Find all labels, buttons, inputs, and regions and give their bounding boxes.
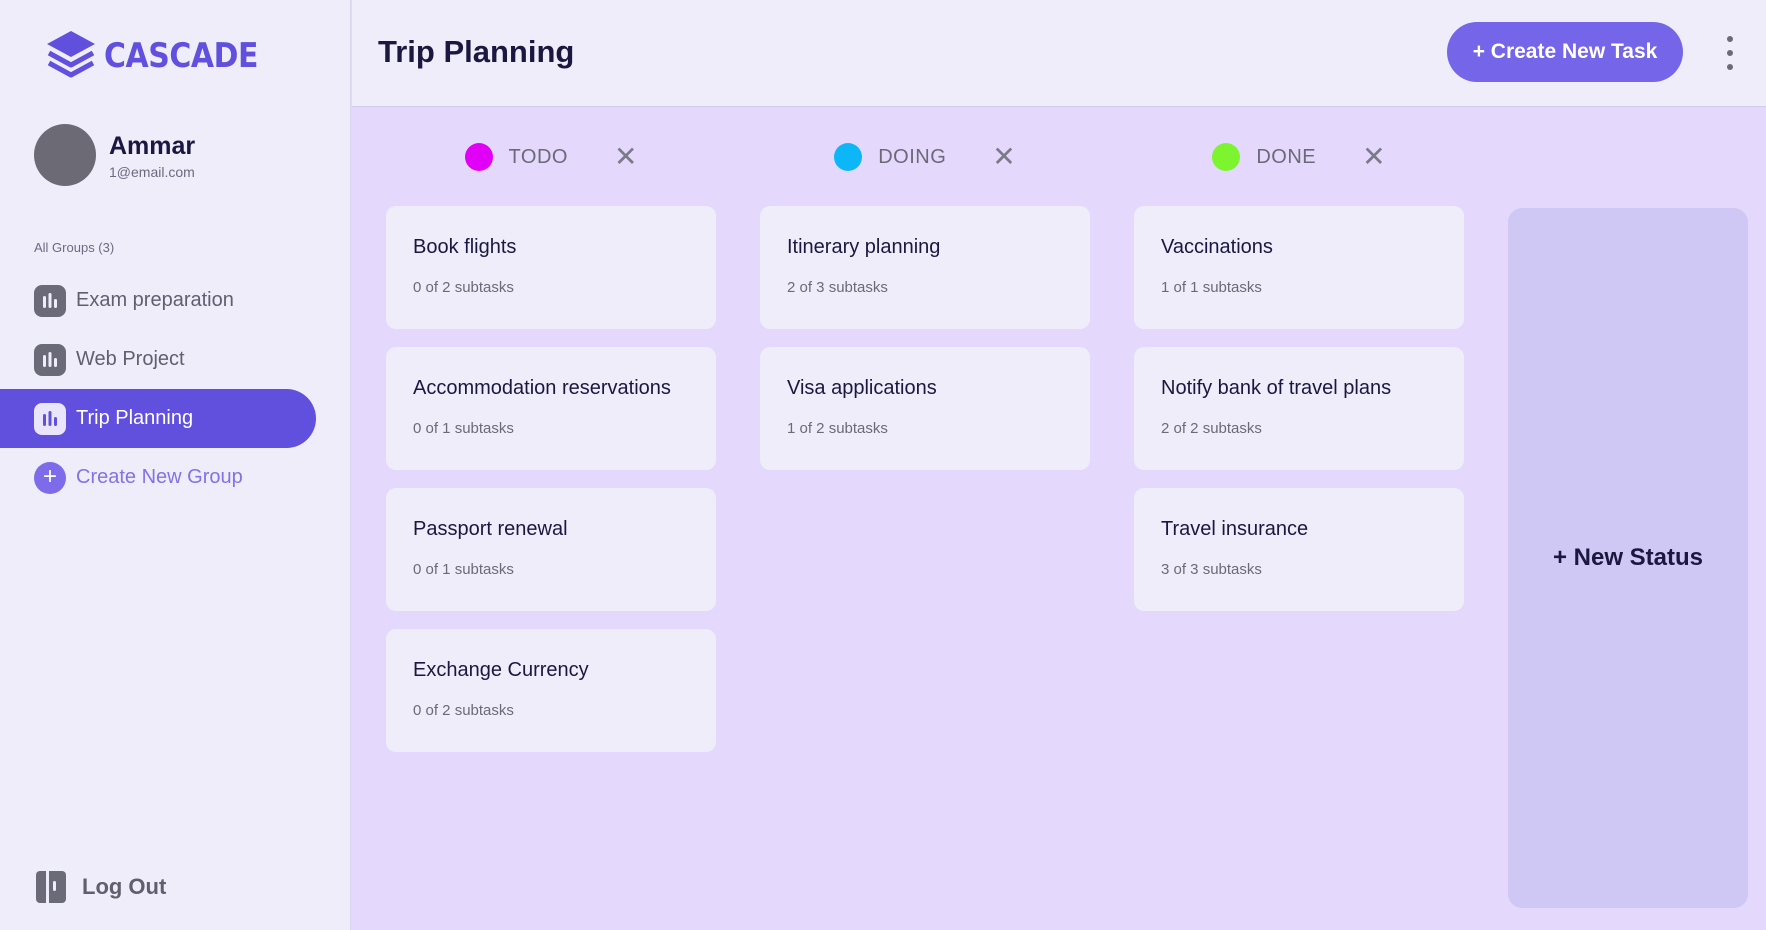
task-title: Travel insurance bbox=[1161, 518, 1309, 540]
task-subtasks: 3 of 3 subtasks bbox=[1161, 561, 1262, 578]
create-group-button[interactable]: + Create New Group bbox=[0, 448, 316, 507]
task-card[interactable]: Book flights 0 of 2 subtasks bbox=[386, 206, 716, 329]
avatar[interactable] bbox=[34, 124, 96, 186]
new-status-button[interactable]: + New Status bbox=[1508, 208, 1748, 908]
task-subtasks: 0 of 1 subtasks bbox=[413, 420, 514, 437]
user-profile: Ammar 1@email.com bbox=[34, 124, 195, 186]
column-header: DOING ✕ bbox=[760, 108, 1090, 206]
task-title: Passport renewal bbox=[413, 518, 568, 540]
task-card[interactable]: Exchange Currency 0 of 2 subtasks bbox=[386, 629, 716, 752]
header: Trip Planning + Create New Task bbox=[352, 0, 1766, 107]
close-icon[interactable]: ✕ bbox=[614, 143, 637, 171]
task-subtasks: 1 of 2 subtasks bbox=[787, 420, 888, 437]
task-title: Exchange Currency bbox=[413, 659, 589, 681]
page-title: Trip Planning bbox=[378, 34, 575, 69]
task-subtasks: 0 of 2 subtasks bbox=[413, 702, 514, 719]
task-subtasks: 2 of 2 subtasks bbox=[1161, 420, 1262, 437]
task-subtasks: 0 of 2 subtasks bbox=[413, 279, 514, 296]
user-info: Ammar 1@email.com bbox=[109, 131, 195, 180]
status-dot bbox=[464, 143, 493, 171]
task-title: Notify bank of travel plans bbox=[1161, 377, 1392, 399]
column-done: DONE ✕ Vaccinations 1 of 1 subtasks Noti… bbox=[1134, 108, 1464, 629]
column-header: DONE ✕ bbox=[1134, 108, 1464, 206]
task-card[interactable]: Notify bank of travel plans 2 of 2 subta… bbox=[1134, 347, 1464, 470]
task-card[interactable]: Passport renewal 0 of 1 subtasks bbox=[386, 488, 716, 611]
bar-chart-icon bbox=[34, 284, 66, 317]
close-icon[interactable]: ✕ bbox=[1362, 143, 1385, 171]
task-title: Book flights bbox=[413, 236, 517, 258]
logo-text: CASCADE bbox=[104, 36, 258, 76]
sidebar-item-web-project[interactable]: Web Project bbox=[0, 330, 316, 389]
app: CASCADE Ammar 1@email.com All Groups (3)… bbox=[0, 0, 1766, 930]
task-card[interactable]: Visa applications 1 of 2 subtasks bbox=[760, 347, 1090, 470]
column-name: DONE bbox=[1256, 145, 1317, 168]
logout-icon bbox=[36, 871, 66, 903]
user-email: 1@email.com bbox=[109, 163, 195, 180]
task-subtasks: 1 of 1 subtasks bbox=[1161, 279, 1262, 296]
task-subtasks: 0 of 1 subtasks bbox=[413, 561, 514, 578]
board: TODO ✕ Book flights 0 of 2 subtasks Acco… bbox=[352, 108, 1766, 930]
task-title: Visa applications bbox=[787, 377, 937, 399]
task-card[interactable]: Vaccinations 1 of 1 subtasks bbox=[1134, 206, 1464, 329]
create-task-button[interactable]: + Create New Task bbox=[1447, 22, 1683, 82]
sidebar-item-exam-preparation[interactable]: Exam preparation bbox=[0, 271, 316, 330]
bar-chart-icon bbox=[34, 402, 66, 435]
task-subtasks: 2 of 3 subtasks bbox=[787, 279, 888, 296]
task-card[interactable]: Accommodation reservations 0 of 1 subtas… bbox=[386, 347, 716, 470]
task-card[interactable]: Travel insurance 3 of 3 subtasks bbox=[1134, 488, 1464, 611]
task-title: Vaccinations bbox=[1161, 236, 1273, 258]
bar-chart-icon bbox=[34, 343, 66, 376]
more-options-icon[interactable] bbox=[1725, 36, 1735, 70]
column-todo: TODO ✕ Book flights 0 of 2 subtasks Acco… bbox=[386, 108, 716, 770]
column-header: TODO ✕ bbox=[386, 108, 716, 206]
logo[interactable]: CASCADE bbox=[44, 28, 279, 84]
sidebar-item-label: Web Project bbox=[76, 348, 185, 370]
column-name: TODO bbox=[508, 145, 568, 168]
close-icon[interactable]: ✕ bbox=[992, 143, 1015, 171]
logout-label: Log Out bbox=[82, 874, 167, 899]
group-nav: Exam preparation Web Project Trip Planni… bbox=[0, 271, 316, 507]
create-group-label: Create New Group bbox=[76, 466, 243, 488]
task-title: Accommodation reservations bbox=[413, 377, 671, 399]
status-dot bbox=[834, 143, 863, 171]
sidebar-item-label: Exam preparation bbox=[76, 289, 234, 311]
user-name: Ammar bbox=[109, 131, 196, 160]
status-dot bbox=[1212, 143, 1241, 171]
layers-logo-icon bbox=[47, 31, 95, 78]
task-title: Itinerary planning bbox=[787, 236, 941, 258]
sidebar-item-trip-planning[interactable]: Trip Planning bbox=[0, 389, 316, 448]
sidebar: CASCADE Ammar 1@email.com All Groups (3)… bbox=[0, 0, 351, 930]
sidebar-item-label: Trip Planning bbox=[76, 407, 194, 429]
column-name: DOING bbox=[878, 145, 947, 168]
plus-icon: + bbox=[34, 461, 66, 494]
column-doing: DOING ✕ Itinerary planning 2 of 3 subtas… bbox=[760, 108, 1090, 488]
task-card[interactable]: Itinerary planning 2 of 3 subtasks bbox=[760, 206, 1090, 329]
logout-button[interactable]: Log Out bbox=[34, 869, 166, 905]
groups-label: All Groups (3) bbox=[34, 240, 115, 255]
